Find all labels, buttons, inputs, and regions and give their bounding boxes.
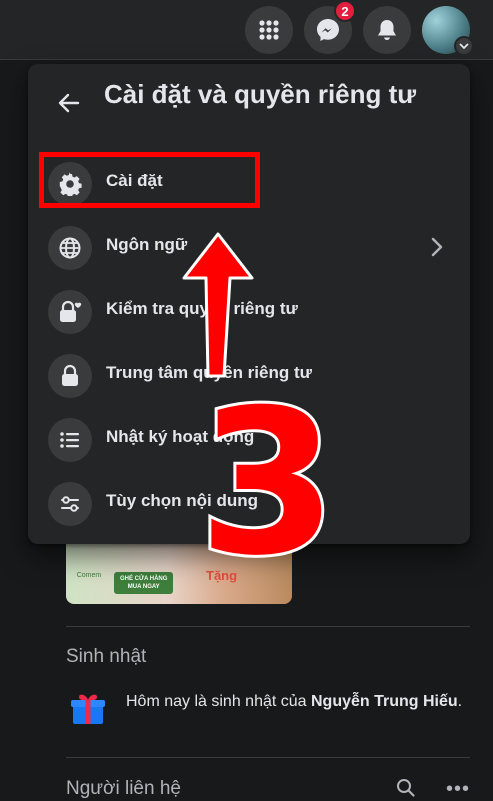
- lock-heart-icon: [48, 290, 92, 334]
- menu-grid-icon: [259, 20, 279, 40]
- red-arrow-annotation: [182, 232, 254, 378]
- back-arrow-icon: [58, 93, 80, 113]
- birthday-text-prefix: Hôm nay là sinh nhật của: [126, 693, 311, 710]
- step-number: 3: [195, 367, 340, 600]
- chevron-right-icon: [431, 237, 443, 257]
- panel-title: Cài đặt và quyền riêng tư: [104, 79, 417, 109]
- lock-icon: [48, 354, 92, 398]
- messenger-badge: 2: [334, 0, 356, 22]
- menu-button[interactable]: [245, 6, 293, 54]
- sliders-icon: [48, 482, 92, 526]
- ad-shop-button: GHÉ CỬA HÀNG MUA NGAY: [114, 572, 174, 594]
- menu-item-settings[interactable]: Cài đặt: [38, 154, 460, 212]
- menu-item-label: Ngôn ngữ: [106, 235, 188, 254]
- back-button[interactable]: [54, 88, 84, 118]
- avatar-chevron-icon: [454, 36, 474, 56]
- ad-brand-logo: Comem: [76, 572, 102, 579]
- account-avatar-button[interactable]: [422, 6, 474, 56]
- top-navigation-bar: 2: [0, 0, 493, 60]
- search-icon[interactable]: [396, 778, 416, 798]
- globe-icon: [48, 226, 92, 270]
- gift-icon: [71, 694, 105, 724]
- birthday-notice[interactable]: Hôm nay là sinh nhật của Nguyễn Trung Hi…: [126, 690, 466, 714]
- contacts-section-title: Người liên hệ: [66, 778, 181, 799]
- bell-icon: [378, 20, 396, 40]
- birthday-text-suffix: .: [457, 693, 463, 710]
- messenger-button[interactable]: 2: [304, 0, 356, 54]
- birthday-section-title: Sinh nhật: [66, 646, 147, 667]
- notifications-button[interactable]: [363, 6, 411, 54]
- contacts-more-options-button[interactable]: •••: [446, 778, 470, 801]
- list-icon: [48, 418, 92, 462]
- gear-icon: [48, 162, 92, 206]
- divider: [66, 757, 470, 758]
- menu-item-label: Cài đặt: [106, 171, 163, 190]
- divider: [66, 626, 470, 627]
- messenger-icon: [317, 19, 339, 41]
- birthday-person-name[interactable]: Nguyễn Trung Hiếu: [311, 693, 458, 710]
